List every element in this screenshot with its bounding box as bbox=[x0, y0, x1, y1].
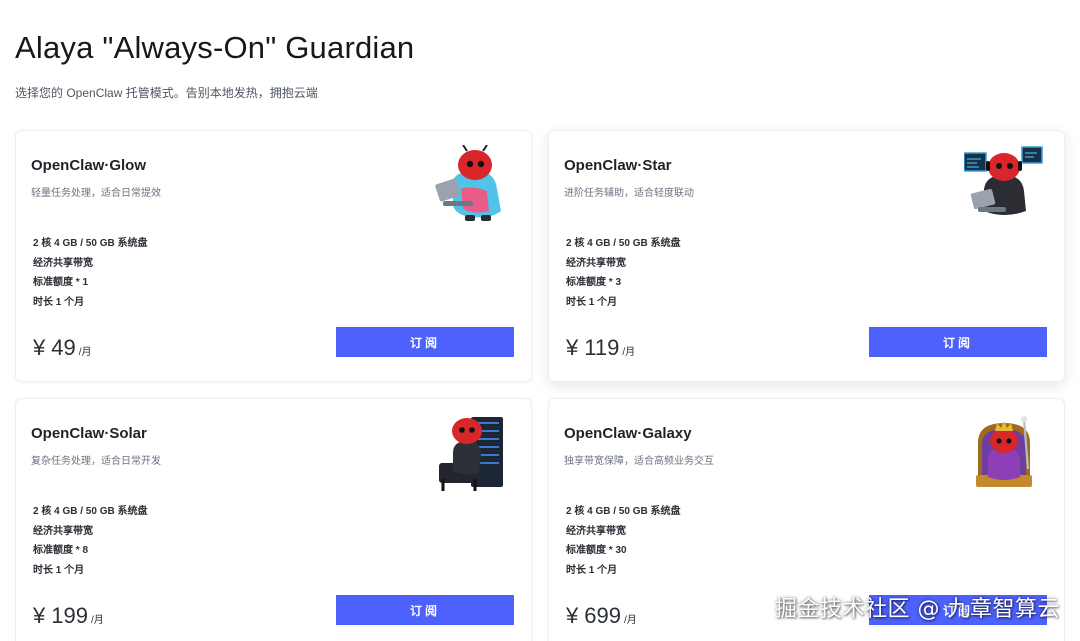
feature-item: 2 核 4 GB / 50 GB 系统盘 bbox=[33, 506, 148, 517]
feature-item: 时长 1 个月 bbox=[566, 564, 618, 576]
price-unit: /月 bbox=[90, 615, 104, 626]
plan-description: 进阶任务辅助，适合轻度联动 bbox=[564, 188, 694, 199]
feature-item: 2 核 4 GB / 50 GB 系统盘 bbox=[566, 506, 681, 517]
price: ¥ 49 /月 bbox=[33, 335, 92, 361]
feature-item: 标准额度 * 1 bbox=[33, 277, 89, 288]
plan-card-glow: OpenClaw·Glow 轻量任务处理，适合日常提效 2 核 4 GB / 5… bbox=[15, 130, 532, 382]
feature-list: 2 核 4 GB / 50 GB 系统盘 经济共享带宽 标准额度 * 8 时长 … bbox=[33, 502, 147, 580]
price-amount: 119 bbox=[584, 335, 620, 360]
price: ¥ 199 /月 bbox=[33, 603, 104, 629]
feature-item: 时长 1 个月 bbox=[566, 296, 618, 308]
robot-monitors-icon bbox=[964, 146, 1043, 215]
feature-item: 经济共享带宽 bbox=[33, 257, 93, 269]
watermark: 掘金技术社区 @ 九章智算云 bbox=[775, 597, 1060, 622]
price-amount: 49 bbox=[51, 335, 76, 360]
price-currency: ¥ bbox=[33, 603, 46, 628]
price-currency: ¥ bbox=[566, 335, 579, 360]
subscribe-button[interactable]: 订阅 bbox=[336, 595, 514, 625]
feature-item: 时长 1 个月 bbox=[33, 564, 85, 576]
feature-list: 2 核 4 GB / 50 GB 系统盘 经济共享带宽 标准额度 * 3 时长 … bbox=[566, 234, 680, 312]
plan-card-star: OpenClaw·Star 进阶任务辅助，适合轻度联动 2 核 4 GB / 5… bbox=[548, 130, 1065, 382]
robot-server-chair-icon bbox=[439, 417, 503, 491]
feature-item: 经济共享带宽 bbox=[566, 525, 626, 537]
feature-list: 2 核 4 GB / 50 GB 系统盘 经济共享带宽 标准额度 * 1 时长 … bbox=[33, 234, 147, 312]
plan-name: OpenClaw·Star bbox=[564, 157, 672, 174]
plan-description: 轻量任务处理，适合日常提效 bbox=[31, 188, 161, 199]
subscribe-button[interactable]: 订阅 bbox=[336, 327, 514, 357]
page-title: Alaya "Always-On" Guardian bbox=[15, 30, 415, 65]
price-unit: /月 bbox=[622, 347, 636, 358]
price-amount: 199 bbox=[51, 603, 88, 628]
feature-item: 经济共享带宽 bbox=[566, 257, 626, 269]
plan-description: 独享带宽保障，适合高频业务交互 bbox=[564, 456, 714, 467]
plan-card-solar: OpenClaw·Solar 复杂任务处理，适合日常开发 2 核 4 GB / … bbox=[15, 398, 532, 641]
robot-king-throne-icon bbox=[976, 416, 1032, 487]
price-amount: 699 bbox=[584, 603, 621, 628]
plan-name: OpenClaw·Glow bbox=[31, 157, 147, 174]
feature-item: 2 核 4 GB / 50 GB 系统盘 bbox=[33, 238, 148, 249]
price-currency: ¥ bbox=[566, 603, 579, 628]
feature-item: 标准额度 * 30 bbox=[566, 545, 627, 556]
plan-name: OpenClaw·Solar bbox=[31, 425, 147, 442]
page-subtitle: 选择您的 OpenClaw 托管模式。告别本地发热，拥抱云端 bbox=[15, 86, 318, 100]
feature-item: 2 核 4 GB / 50 GB 系统盘 bbox=[566, 238, 681, 249]
plan-description: 复杂任务处理，适合日常开发 bbox=[31, 456, 161, 467]
price: ¥ 119 /月 bbox=[566, 335, 635, 361]
robot-laptop-hoodie-icon bbox=[435, 145, 501, 221]
feature-item: 标准额度 * 3 bbox=[566, 277, 622, 288]
plan-name: OpenClaw·Galaxy bbox=[564, 425, 692, 442]
subscribe-button[interactable]: 订阅 bbox=[869, 327, 1047, 357]
price: ¥ 699 /月 bbox=[566, 603, 637, 629]
price-currency: ¥ bbox=[33, 335, 46, 360]
feature-list: 2 核 4 GB / 50 GB 系统盘 经济共享带宽 标准额度 * 30 时长… bbox=[566, 502, 680, 580]
feature-item: 经济共享带宽 bbox=[33, 525, 93, 537]
price-unit: /月 bbox=[78, 347, 92, 358]
price-unit: /月 bbox=[623, 615, 637, 626]
feature-item: 时长 1 个月 bbox=[33, 296, 85, 308]
feature-item: 标准额度 * 8 bbox=[33, 545, 89, 556]
